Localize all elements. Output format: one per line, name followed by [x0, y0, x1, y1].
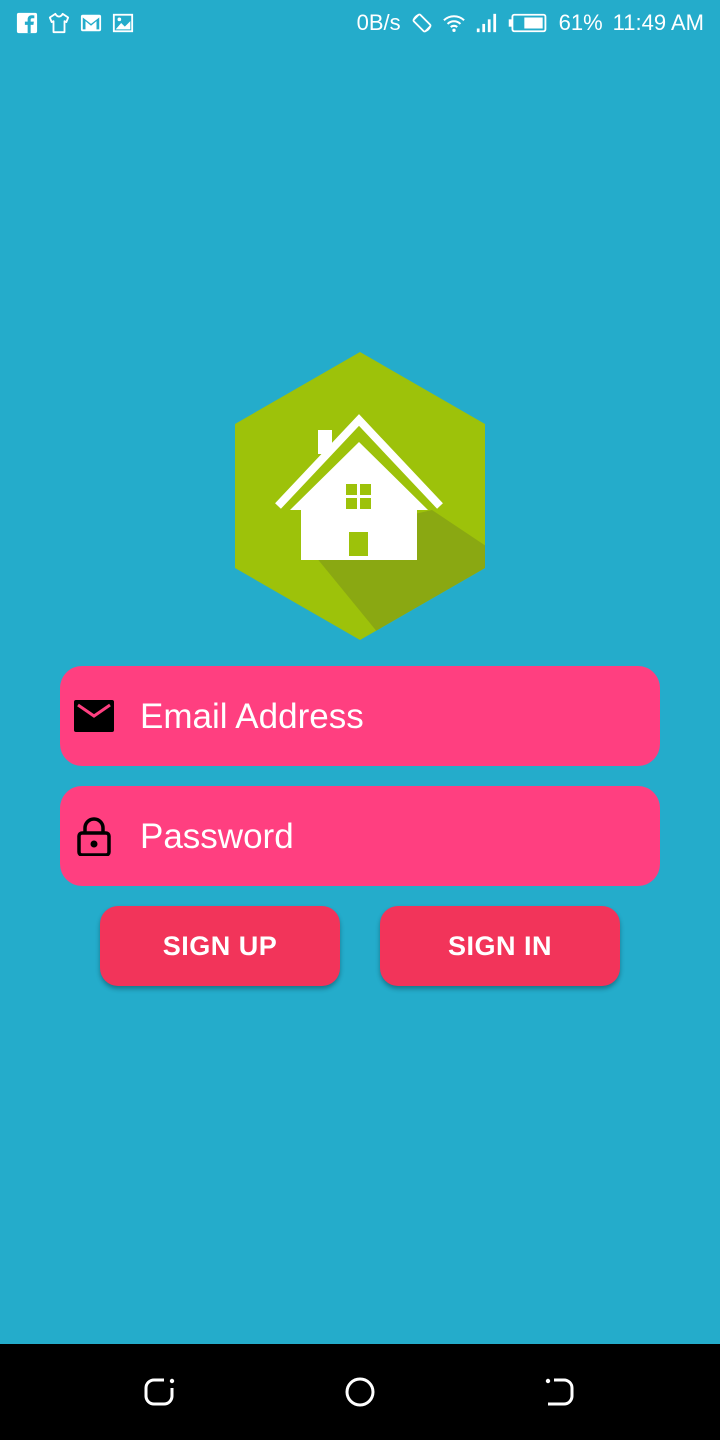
password-field[interactable]: [60, 786, 660, 886]
sign-in-button[interactable]: SIGN IN: [380, 906, 620, 986]
signal-icon: [475, 12, 497, 34]
house-icon: [235, 352, 485, 640]
recent-apps-icon[interactable]: [542, 1374, 578, 1410]
clock: 11:49 AM: [612, 10, 704, 35]
image-icon: [112, 12, 134, 34]
app-screen: 0B/s 61% 11:49 AM Email Address SIGN UP …: [0, 0, 720, 1344]
tshirt-icon: [48, 12, 70, 34]
email-input[interactable]: [138, 686, 642, 748]
status-bar: 0B/s 61% 11:49 AM: [0, 0, 720, 48]
gmail-icon: [80, 12, 102, 34]
auto-rotate-icon: [411, 12, 433, 34]
battery-level: 61%: [558, 10, 603, 35]
notification-icons: [16, 12, 134, 34]
wifi-icon: [442, 12, 465, 34]
net-speed: 0B/s: [356, 10, 401, 35]
password-input[interactable]: [138, 806, 642, 868]
email-field[interactable]: [60, 666, 660, 766]
lock-icon: [72, 816, 116, 856]
facebook-icon: [16, 12, 38, 34]
back-icon[interactable]: [142, 1374, 178, 1410]
home-icon[interactable]: [342, 1374, 378, 1410]
system-status: 0B/s 61% 11:49 AM: [357, 10, 704, 36]
navigation-bar: [0, 1344, 720, 1440]
app-logo: [232, 350, 488, 642]
mail-icon: [72, 696, 116, 736]
sign-up-button[interactable]: SIGN UP: [100, 906, 340, 986]
battery-icon: [507, 12, 549, 34]
